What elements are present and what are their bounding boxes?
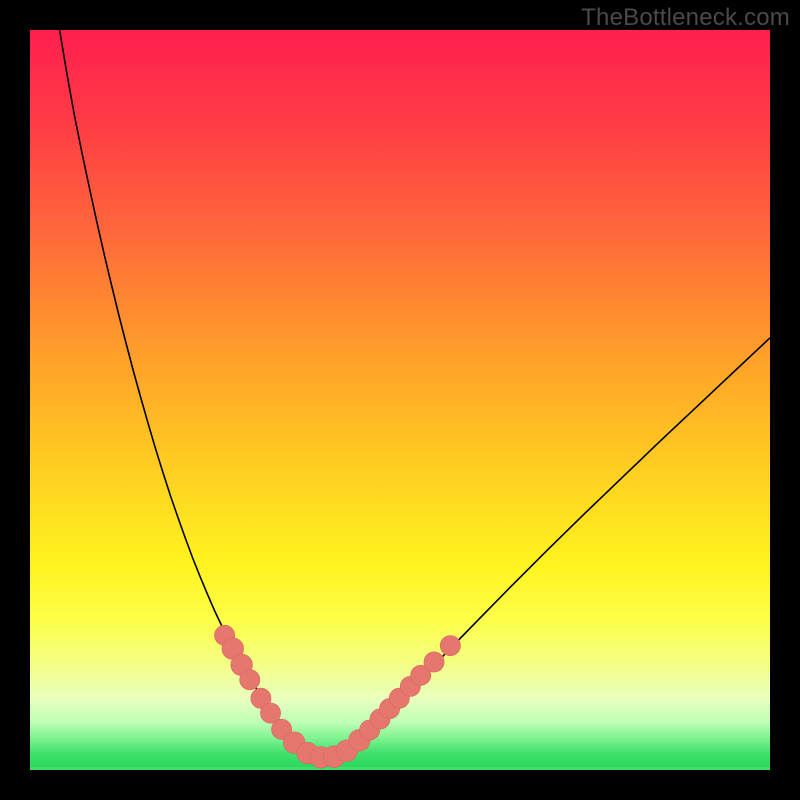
plot-svg — [30, 30, 770, 770]
watermark-text: TheBottleneck.com — [581, 4, 790, 32]
plot-area — [30, 30, 770, 770]
curve-marker — [424, 652, 444, 672]
curve-marker — [440, 636, 460, 656]
curve-marker — [240, 670, 260, 690]
green-baseline — [30, 767, 770, 770]
chart-frame: TheBottleneck.com — [0, 0, 800, 800]
